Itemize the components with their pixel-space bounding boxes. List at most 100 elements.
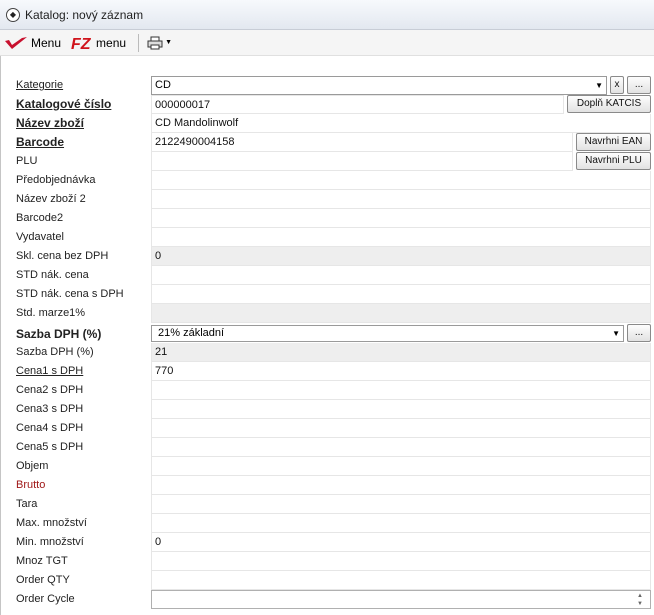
sazba-dph-select[interactable]: 21% základní ▼ (151, 325, 624, 342)
label-cena2: Cena2 s DPH (16, 384, 84, 396)
row-brutto: Brutto (1, 476, 654, 495)
vydavatel-input[interactable] (151, 228, 651, 247)
nazev-zbozi-input[interactable]: CD Mandolinwolf (151, 114, 651, 133)
row-cena1: Cena1 s DPH 770 (1, 362, 654, 381)
label-std-marze: Std. marze1% (16, 307, 86, 319)
row-objem: Objem (1, 457, 654, 476)
row-std-marze: Std. marze1% (1, 304, 654, 323)
navrhni-plu-button[interactable]: Navrhni PLU (576, 152, 651, 170)
max-mnozstvi-input[interactable] (151, 514, 651, 533)
label-objem: Objem (16, 460, 49, 472)
row-nazev-zbozi-2: Název zboží 2 (1, 190, 654, 209)
spinner[interactable]: ▲ ▼ (635, 593, 645, 608)
kategorie-select[interactable]: CD ▼ (151, 76, 607, 95)
nazev-zbozi-2-input[interactable] (151, 190, 651, 209)
label-order-qty: Order QTY (16, 574, 70, 586)
row-order-qty: Order QTY (1, 571, 654, 590)
spin-up-icon[interactable]: ▲ (635, 593, 645, 600)
chevron-down-icon: ▼ (612, 329, 620, 338)
row-plu: PLU Navrhni PLU (1, 152, 654, 171)
label-plu: PLU (16, 155, 38, 167)
objem-input[interactable] (151, 457, 651, 476)
cena5-input[interactable] (151, 438, 651, 457)
min-mnozstvi-input[interactable]: 0 (151, 533, 651, 552)
fz-menu-button[interactable]: FZ menu (71, 35, 126, 51)
svg-text:FZ: FZ (71, 36, 92, 51)
row-cena3: Cena3 s DPH (1, 400, 654, 419)
label-max-mnozstvi: Max. množství (16, 517, 87, 529)
cena1-input[interactable]: 770 (151, 362, 651, 381)
label-cena1: Cena1 s DPH (16, 365, 84, 377)
row-predobjednavka: Předobjednávka (1, 171, 654, 190)
sazba-dph-field: 21 (151, 343, 651, 362)
menu-button[interactable]: Menu (4, 36, 61, 50)
window-title: Katalog: nový záznam (25, 7, 144, 22)
plu-input[interactable] (151, 152, 573, 171)
brutto-input[interactable] (151, 476, 651, 495)
row-min-mnozstvi: Min. množství 0 (1, 533, 654, 552)
label-predobjednavka: Předobjednávka (16, 174, 96, 186)
fz-logo-icon: FZ (71, 36, 92, 51)
kategorie-clear-button[interactable]: x (610, 76, 624, 94)
cena2-input[interactable] (151, 381, 651, 400)
kategorie-more-button[interactable]: ... (627, 76, 651, 94)
row-barcode: Barcode 2122490004158 Navrhni EAN (1, 133, 654, 152)
row-cena4: Cena4 s DPH (1, 419, 654, 438)
row-cena5: Cena5 s DPH (1, 438, 654, 457)
katalogove-cislo-input[interactable]: 000000017 (151, 95, 564, 114)
row-std-nak-cena-dph: STD nák. cena s DPH (1, 285, 654, 304)
row-kategorie: Kategorie CD ▼ x ... (1, 76, 654, 95)
order-cycle-input[interactable]: ▲ ▼ (151, 590, 651, 609)
row-sazba-dph-select: Sazba DPH (%) 21% základní ▼ ... (1, 323, 654, 342)
row-tara: Tara (1, 495, 654, 514)
dopln-katcis-button[interactable]: Doplň KATCIS (567, 95, 651, 113)
row-order-cycle: Order Cycle ▲ ▼ (1, 590, 654, 609)
barcode-input[interactable]: 2122490004158 (151, 133, 573, 152)
label-kategorie: Kategorie (16, 79, 64, 91)
label-std-nak-cena-dph: STD nák. cena s DPH (16, 288, 124, 300)
row-std-nak-cena: STD nák. cena (1, 266, 654, 285)
label-barcode2: Barcode2 (16, 212, 64, 224)
predobjednavka-input[interactable] (151, 171, 651, 190)
chevron-down-icon: ▼ (165, 39, 172, 46)
toolbar: Menu FZ menu ▼ (0, 30, 654, 56)
row-vydavatel: Vydavatel (1, 228, 654, 247)
label-order-cycle: Order Cycle (16, 593, 75, 605)
cena3-input[interactable] (151, 400, 651, 419)
navrhni-ean-button[interactable]: Navrhni EAN (576, 133, 651, 151)
label-barcode: Barcode (16, 135, 65, 149)
label-min-mnozstvi: Min. množství (16, 536, 84, 548)
label-cena4: Cena4 s DPH (16, 422, 84, 434)
order-qty-input[interactable] (151, 571, 651, 590)
kategorie-value: CD (155, 79, 171, 91)
row-skl-cena: Skl. cena bez DPH 0 (1, 247, 654, 266)
cena4-input[interactable] (151, 419, 651, 438)
mnoz-tgt-input[interactable] (151, 552, 651, 571)
label-tara: Tara (16, 498, 38, 510)
label-nazev-zbozi: Název zboží (16, 116, 85, 130)
label-vydavatel: Vydavatel (16, 231, 64, 243)
row-cena2: Cena2 s DPH (1, 381, 654, 400)
label-nazev-zbozi-2: Název zboží 2 (16, 193, 86, 205)
label-katalogove-cislo: Katalogové číslo (16, 97, 112, 111)
skl-cena-field: 0 (151, 247, 651, 266)
std-nak-cena-input[interactable] (151, 266, 651, 285)
fz-menu-label: menu (96, 35, 127, 50)
app-icon: ◆ (6, 7, 20, 22)
label-skl-cena: Skl. cena bez DPH (16, 250, 109, 262)
label-mnoz-tgt: Mnoz TGT (16, 555, 68, 567)
std-marze-field (151, 304, 651, 323)
row-katalogove-cislo: Katalogové číslo 000000017 Doplň KATCIS (1, 95, 654, 114)
label-cena5: Cena5 s DPH (16, 441, 84, 453)
checkmark-logo-icon (5, 36, 27, 49)
tara-input[interactable] (151, 495, 651, 514)
sazba-dph-more-button[interactable]: ... (627, 324, 651, 342)
spin-down-icon[interactable]: ▼ (635, 601, 645, 608)
std-nak-cena-dph-input[interactable] (151, 285, 651, 304)
label-brutto: Brutto (16, 479, 46, 491)
row-sazba-dph: Sazba DPH (%) 21 (1, 343, 654, 362)
barcode2-input[interactable] (151, 209, 651, 228)
row-mnoz-tgt: Mnoz TGT (1, 552, 654, 571)
print-button[interactable]: ▼ (147, 36, 172, 50)
printer-icon (147, 36, 163, 49)
